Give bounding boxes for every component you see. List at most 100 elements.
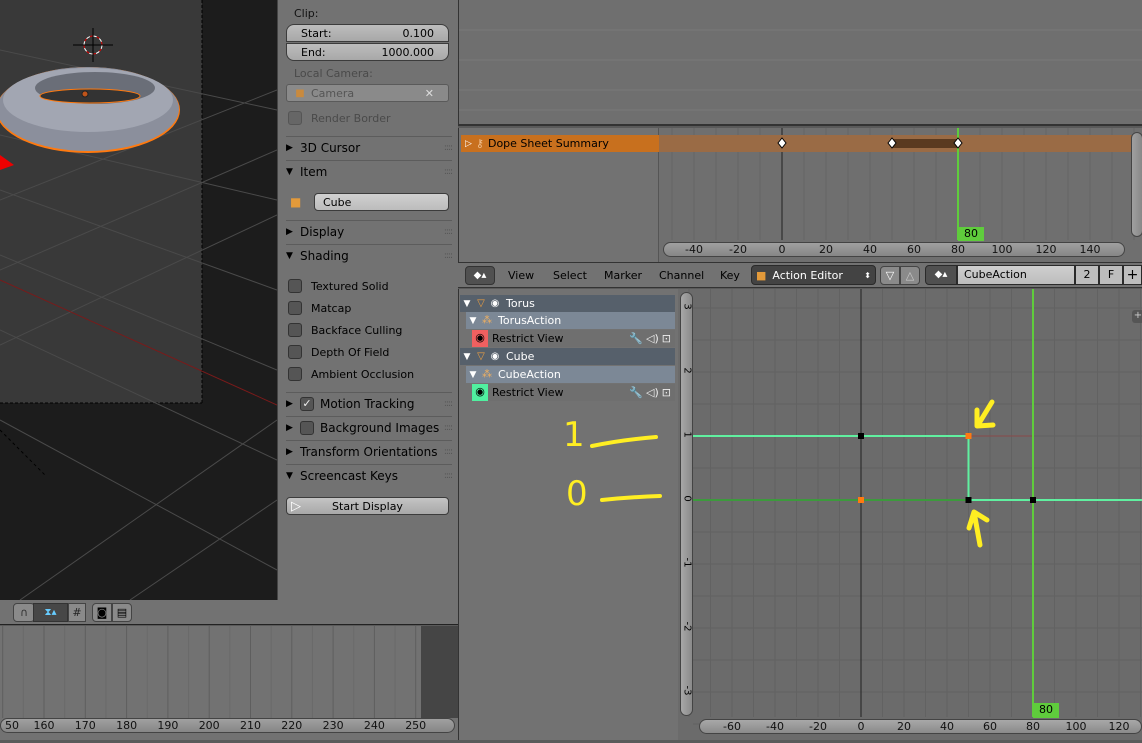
keyframe-point[interactable] — [858, 497, 864, 503]
summary-key-icon: ⚷ — [475, 137, 484, 150]
shading-option-checkbox[interactable] — [288, 367, 302, 381]
channel-action[interactable]: ▼ ⁂ TorusAction — [466, 312, 675, 329]
keyframe-point[interactable] — [965, 433, 972, 439]
curve-color-eye-icon[interactable]: ◉ — [472, 384, 488, 401]
timeline-tick-label: 50 — [5, 719, 19, 732]
mode-dropdown[interactable]: ■ Action Editor ⬍ — [751, 265, 876, 285]
action-browse-dropdown[interactable]: ◆▴ — [925, 265, 957, 285]
play-icon: ▷ — [291, 498, 301, 514]
channel-object[interactable]: ▼ ▽ ◉ Torus — [460, 295, 675, 312]
menu-view[interactable]: View — [508, 269, 534, 282]
dopesheet-y-scrollbar[interactable] — [1131, 132, 1142, 237]
shading-option-checkbox[interactable] — [288, 345, 302, 359]
dopesheet: ▷ ⚷ Dope Sheet Summary 80 -40 -20 0 20 40 60 80 10… — [458, 128, 1142, 262]
collapse-icon[interactable]: ▼ — [460, 352, 474, 362]
new-action-button[interactable]: + — [1123, 265, 1142, 285]
clapperboard-icon[interactable]: ▤ — [112, 603, 132, 622]
action-name-input[interactable]: CubeAction — [957, 265, 1075, 285]
timeline-scrollbar[interactable] — [0, 718, 455, 733]
eye-icon[interactable]: ◉ — [488, 298, 502, 309]
menu-channel[interactable]: Channel — [659, 269, 704, 282]
timeline-tick-label: 210 — [240, 719, 261, 732]
start-display-label: Start Display — [332, 499, 403, 513]
snap-magnet-icon[interactable]: ∩ — [13, 603, 35, 622]
channel-fcurve[interactable]: ◉ Restrict View 🔧 ◁) ⊡ — [472, 330, 675, 347]
clip-end-field[interactable]: End: 1000.000 — [286, 43, 449, 61]
shading-option-checkbox[interactable] — [288, 323, 302, 337]
drag-grip-icon[interactable]: :::: — [444, 167, 453, 177]
snap-mode-dropdown[interactable]: ⧗▴ — [33, 603, 68, 622]
drag-grip-icon[interactable]: :::: — [444, 251, 453, 261]
editor-type-dropdown[interactable]: ◆▴ — [465, 266, 495, 285]
stash-button[interactable]: △ — [900, 266, 920, 285]
mute-speaker-icon[interactable]: ◁) — [646, 386, 659, 399]
keyframe-point[interactable] — [858, 433, 864, 439]
clear-icon[interactable]: ✕ — [425, 87, 434, 100]
users-count[interactable]: 2 — [1075, 265, 1099, 285]
expand-icon[interactable]: ▷ — [465, 139, 472, 149]
fake-user-toggle[interactable]: F — [1099, 265, 1123, 285]
modifier-wrench-icon[interactable]: 🔧 — [629, 386, 643, 399]
section-background-images[interactable]: ▶ Background Images:::: — [286, 416, 453, 438]
lock-icon[interactable]: ⊡ — [662, 332, 671, 345]
drag-grip-icon[interactable]: :::: — [444, 143, 453, 153]
motion-tracking-checkbox[interactable]: ✓ — [300, 396, 314, 411]
camera-object-icon: ■ — [295, 87, 305, 99]
curve-color-eye-icon[interactable]: ◉ — [472, 330, 488, 347]
channel-action[interactable]: ▼ ⁂ CubeAction — [466, 366, 675, 383]
section-item[interactable]: ▼ Item:::: — [286, 160, 453, 182]
render-border-checkbox[interactable] — [288, 111, 302, 125]
local-camera-field[interactable]: ■ Camera ✕ — [286, 84, 449, 102]
channel-label: Cube — [506, 350, 535, 363]
drag-grip-icon[interactable]: :::: — [444, 447, 453, 457]
mode-value: Action Editor — [772, 268, 843, 282]
render-camera-icon[interactable]: ◙ — [92, 603, 112, 622]
shading-option-checkbox[interactable] — [288, 279, 302, 293]
timeline-tick-label: 160 — [33, 719, 55, 732]
item-name-input[interactable]: Cube — [314, 193, 449, 211]
current-frame-indicator[interactable]: 80 — [1033, 703, 1059, 718]
collapse-icon[interactable]: ▼ — [460, 299, 474, 309]
section-transform-orientations[interactable]: ▶ Transform Orientations:::: — [286, 440, 453, 462]
menu-select[interactable]: Select — [553, 269, 587, 282]
menu-key[interactable]: Key — [720, 269, 740, 282]
dope-sheet-summary-channel[interactable]: ▷ ⚷ Dope Sheet Summary — [461, 135, 659, 152]
channel-fcurve[interactable]: ◉ Restrict View 🔧 ◁) ⊡ — [472, 384, 675, 401]
drag-grip-icon[interactable]: :::: — [444, 423, 453, 433]
drag-grip-icon[interactable]: :::: — [444, 399, 453, 409]
push-down-button[interactable]: ▽ — [880, 266, 900, 285]
section-3d-cursor[interactable]: ▶ 3D Cursor:::: — [286, 136, 453, 158]
collapse-icon: ▼ — [286, 166, 293, 177]
background-images-checkbox[interactable] — [300, 420, 314, 435]
torus-object — [0, 67, 180, 153]
start-display-button[interactable]: ▷ Start Display — [286, 497, 449, 515]
lock-icon[interactable]: ⊡ — [662, 386, 671, 399]
section-motion-tracking[interactable]: ▶ ✓ Motion Tracking:::: — [286, 392, 453, 414]
keying-grid-icon[interactable]: # — [68, 603, 86, 622]
drag-grip-icon[interactable]: :::: — [444, 471, 453, 481]
collapse-icon[interactable]: ▼ — [466, 370, 480, 380]
graph-editor[interactable]: 80 -60 -40 -20 0 20 40 60 80 100 120 3 2 1 0 -1 -2 -3 + — [678, 275, 1142, 740]
timeline-area[interactable]: 50 160 170 180 190 200 210 220 230 240 250 — [0, 626, 458, 740]
expand-sidebar-icon[interactable]: + — [1132, 310, 1142, 323]
local-camera-label: Local Camera: — [294, 67, 373, 80]
mute-speaker-icon[interactable]: ◁) — [646, 332, 659, 345]
section-display[interactable]: ▶ Display:::: — [286, 220, 453, 242]
modifier-wrench-icon[interactable]: 🔧 — [629, 332, 643, 345]
menu-marker[interactable]: Marker — [604, 269, 642, 282]
shading-option-checkbox[interactable] — [288, 301, 302, 315]
drag-grip-icon[interactable]: :::: — [444, 227, 453, 237]
upper-editor-area[interactable] — [458, 0, 1142, 126]
clip-start-field[interactable]: Start: 0.100 — [286, 24, 449, 42]
keyframe-point[interactable] — [1030, 497, 1036, 503]
keyframe-point[interactable] — [965, 497, 972, 503]
eye-icon[interactable]: ◉ — [488, 351, 502, 362]
channel-object[interactable]: ▼ ▽ ◉ Cube — [460, 348, 675, 365]
shading-option-label: Backface Culling — [311, 324, 403, 337]
3d-viewport[interactable] — [0, 0, 277, 600]
current-frame-indicator[interactable]: 80 — [958, 227, 984, 241]
collapse-icon[interactable]: ▼ — [466, 316, 480, 326]
section-screencast-keys[interactable]: ▼ Screencast Keys:::: — [286, 464, 453, 486]
section-shading[interactable]: ▼ Shading:::: — [286, 244, 453, 266]
graph-area[interactable] — [678, 275, 1142, 740]
